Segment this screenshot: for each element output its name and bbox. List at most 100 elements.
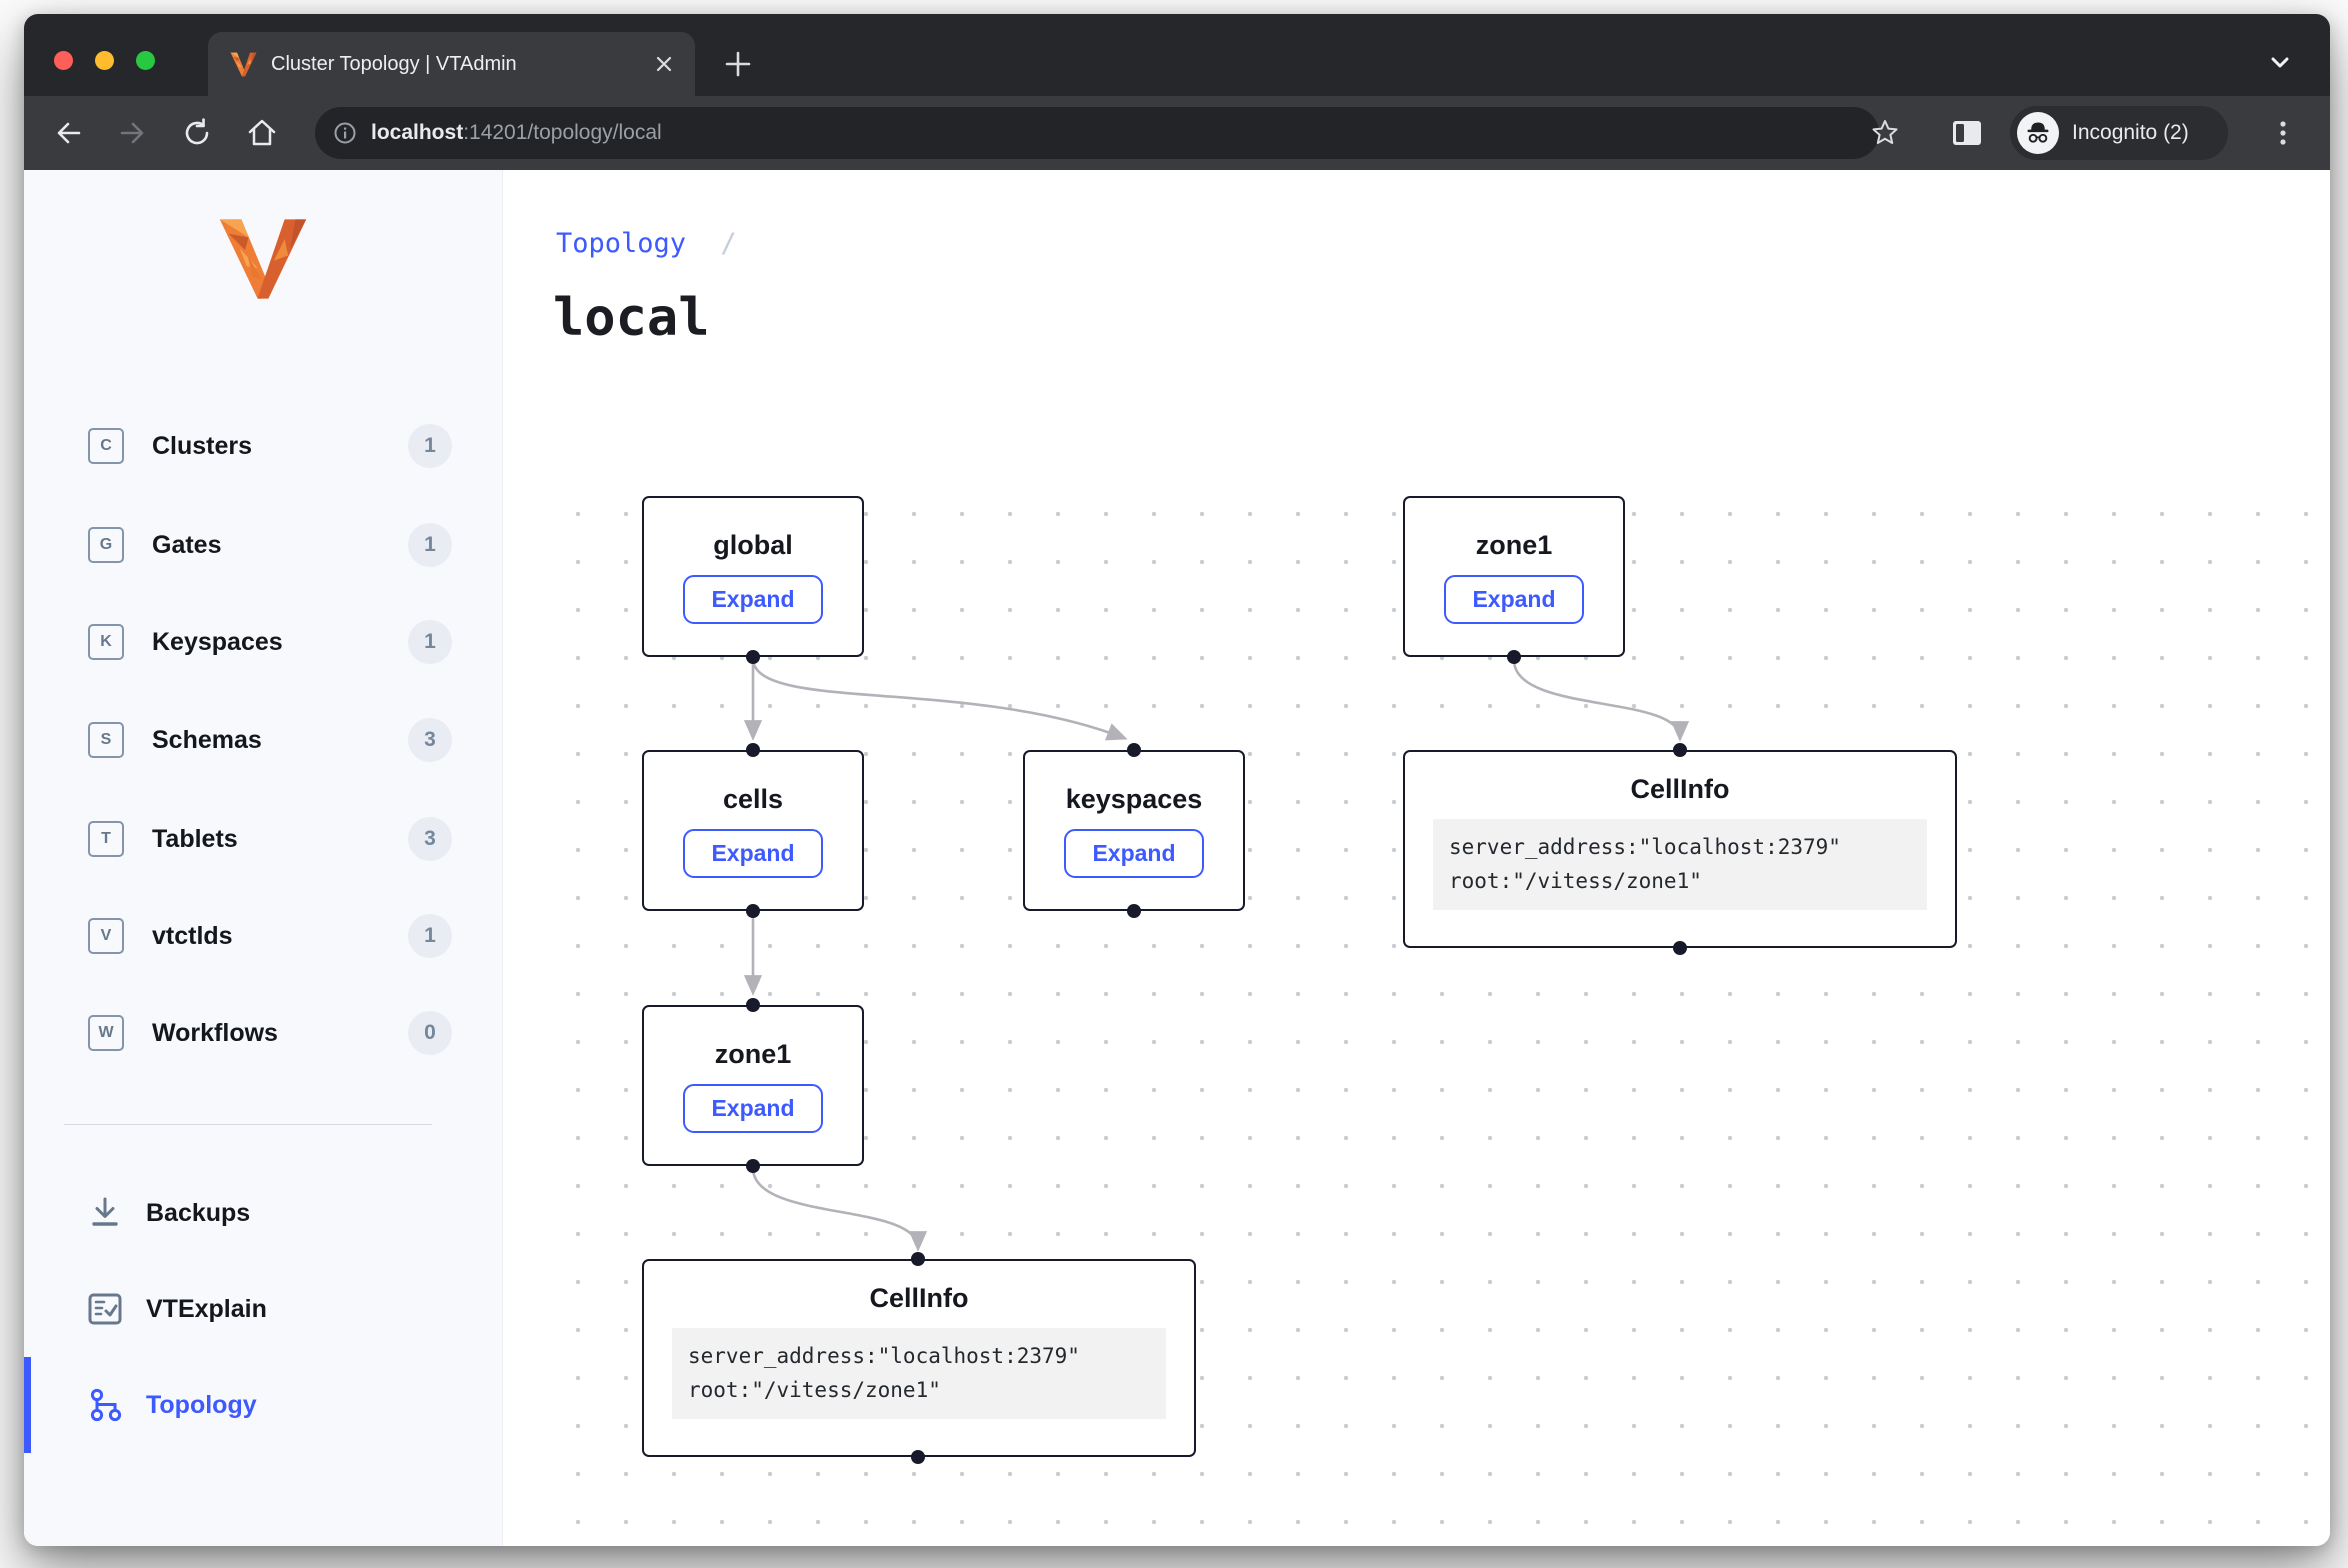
expand-button[interactable]: Expand [683,829,822,878]
minimize-window-button[interactable] [95,51,114,70]
topology-graph-canvas[interactable]: global Expand zone1 Expand cells Expand … [540,480,2330,1546]
edge-global-keyspaces [753,660,1124,738]
back-arrow-icon [52,117,84,149]
sidebar-item-backups[interactable]: Backups [24,1177,502,1249]
sidebar-item-label: Gates [152,531,221,560]
sidebar-item-label: Topology [146,1391,257,1420]
active-item-indicator [24,1357,31,1453]
back-button[interactable] [44,109,92,157]
bookmark-button[interactable] [1861,109,1909,157]
code-line: root:"/vitess/zone1" [688,1374,1150,1408]
breadcrumb: Topology / [556,228,737,259]
tab-title: Cluster Topology | VTAdmin [271,53,517,76]
sidebar-item-schemas[interactable]: S Schemas 3 [24,704,502,776]
code-line: root:"/vitess/zone1" [1449,865,1911,899]
page-title: local [553,288,710,348]
graph-node-cellinfo-bottom: CellInfo server_address:"localhost:2379"… [642,1259,1196,1457]
url-host: localhost [371,121,463,144]
workflows-icon: W [88,1015,124,1051]
reload-icon [181,117,213,149]
edge-zone1-cellinfo-bottom [753,1168,918,1248]
browser-menu-button[interactable] [2259,109,2307,157]
tab-search-button[interactable] [2262,44,2298,85]
sidebar-item-vtctlds[interactable]: V vtctlds 1 [24,900,502,972]
count-badge: 1 [408,914,452,958]
graph-node-zone1-top: zone1 Expand [1403,496,1625,657]
kebab-menu-icon [2269,119,2297,147]
sidebar-item-gates[interactable]: G Gates 1 [24,509,502,581]
url-path: :14201/topology/local [463,121,662,144]
home-button[interactable] [238,109,286,157]
close-window-button[interactable] [54,51,73,70]
sidebar: C Clusters 1 G Gates 1 K Keyspaces 1 S S… [24,170,503,1546]
code-line: server_address:"localhost:2379" [1449,831,1911,865]
forward-arrow-icon [117,117,149,149]
expand-button[interactable]: Expand [683,1084,822,1133]
count-badge: 1 [408,523,452,567]
forward-button[interactable] [109,109,157,157]
vitess-favicon [230,52,257,77]
vitess-logo [218,219,308,299]
count-badge: 1 [408,620,452,664]
sidebar-item-label: Tablets [152,825,238,854]
main-panel: Topology / local global Expand zone1 Exp… [503,170,2330,1546]
reload-button[interactable] [173,109,221,157]
count-badge: 1 [408,424,452,468]
maximize-window-button[interactable] [136,51,155,70]
sidebar-item-clusters[interactable]: C Clusters 1 [24,410,502,482]
side-panel-button[interactable] [1943,109,1991,157]
sidebar-item-label: Clusters [152,432,252,461]
sidebar-item-label: Backups [146,1199,250,1228]
breadcrumb-separator: / [720,228,736,259]
graph-node-global: global Expand [642,496,864,657]
browser-tab[interactable]: Cluster Topology | VTAdmin [208,32,695,96]
count-badge: 3 [408,817,452,861]
node-title: zone1 [1476,530,1553,561]
node-title: keyspaces [1066,784,1203,815]
clusters-icon: C [88,428,124,464]
profile-chip[interactable]: Incognito (2) [2010,106,2228,160]
sidebar-item-label: vtctlds [152,922,233,951]
sidebar-item-workflows[interactable]: W Workflows 0 [24,997,502,1069]
count-badge: 3 [408,718,452,762]
tablets-icon: T [88,821,124,857]
gates-icon: G [88,527,124,563]
page-content: C Clusters 1 G Gates 1 K Keyspaces 1 S S… [24,170,2330,1546]
expand-button[interactable]: Expand [1064,829,1203,878]
cellinfo-code-block: server_address:"localhost:2379" root:"/v… [1433,819,1927,910]
sidebar-item-label: Workflows [152,1019,278,1048]
graph-node-cellinfo-right: CellInfo server_address:"localhost:2379"… [1403,750,1957,948]
graph-node-keyspaces: keyspaces Expand [1023,750,1245,911]
code-line: server_address:"localhost:2379" [688,1340,1150,1374]
close-tab-icon[interactable] [655,55,673,73]
tab-strip: Cluster Topology | VTAdmin [24,14,2330,96]
browser-toolbar: localhost:14201/topology/local [24,96,2330,170]
plus-icon [725,51,751,77]
breadcrumb-topology-link[interactable]: Topology [556,228,686,259]
site-info-icon[interactable] [333,121,357,145]
incognito-avatar [2017,112,2059,154]
expand-button[interactable]: Expand [1444,575,1583,624]
incognito-label: Incognito (2) [2072,121,2189,145]
sidebar-item-label: Keyspaces [152,628,283,657]
sidebar-item-keyspaces[interactable]: K Keyspaces 1 [24,606,502,678]
keyspaces-icon: K [88,624,124,660]
node-title: zone1 [715,1039,792,1070]
sidebar-divider [64,1124,432,1125]
expand-button[interactable]: Expand [683,575,822,624]
count-badge: 0 [408,1011,452,1055]
star-icon [1870,118,1900,148]
new-tab-button[interactable] [716,42,760,86]
sidebar-item-vtexplain[interactable]: VTExplain [24,1273,502,1345]
sidebar-item-tablets[interactable]: T Tablets 3 [24,803,502,875]
graph-node-cells: cells Expand [642,750,864,911]
edge-zone1top-cellinfo-right [1514,660,1680,738]
sidebar-item-topology[interactable]: Topology [24,1369,502,1441]
url-bar[interactable]: localhost:14201/topology/local [315,107,1879,159]
node-title: CellInfo [870,1283,969,1314]
url-text: localhost:14201/topology/local [371,121,662,145]
node-title: global [713,530,793,561]
cellinfo-code-block: server_address:"localhost:2379" root:"/v… [672,1328,1166,1419]
vtexplain-icon [86,1293,124,1325]
incognito-icon [2023,118,2053,148]
